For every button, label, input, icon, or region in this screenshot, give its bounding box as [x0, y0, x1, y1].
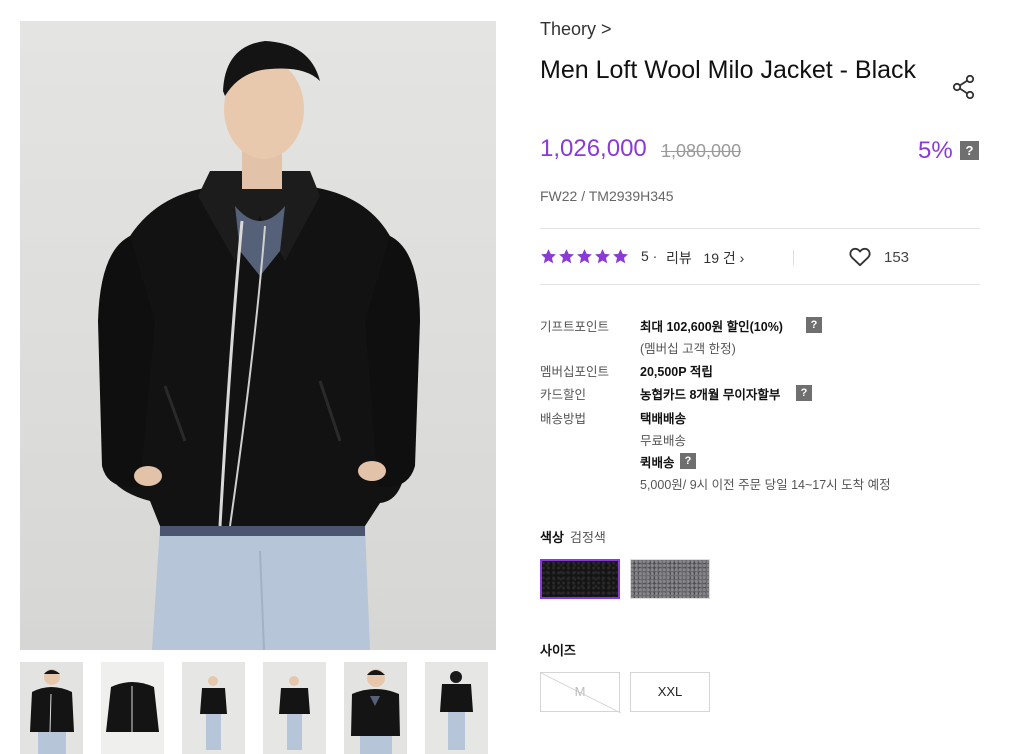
thumbnail-full-body-pose[interactable]	[263, 662, 326, 754]
size-option-label: XXL	[657, 684, 683, 699]
divider	[540, 228, 980, 229]
like-button[interactable]	[849, 247, 871, 267]
color-swatch-black[interactable]	[540, 559, 620, 599]
card-discount-label: 카드할인	[540, 388, 587, 402]
card-discount-value: 농협카드 8개월 무이자할부	[640, 388, 781, 402]
review-count-link[interactable]: 리뷰 19 건 ›	[666, 248, 744, 268]
rating-stars	[540, 248, 630, 265]
quick-delivery-value: 퀵배송	[640, 456, 675, 470]
membership-point-label: 멤버십포인트	[540, 365, 610, 379]
card-discount-help-button[interactable]: ?	[796, 383, 812, 401]
help-icon: ?	[960, 141, 979, 160]
thumbnail-full-body[interactable]	[182, 662, 245, 754]
divider	[793, 250, 794, 265]
product-title: Men Loft Wool Milo Jacket - Black	[540, 56, 917, 84]
product-code: FW22 / TM2939H345	[540, 188, 674, 204]
brand-link[interactable]: Theory >	[540, 19, 612, 40]
star-icon	[541, 249, 556, 264]
star-icon	[577, 249, 592, 264]
shipping-method-value: 택배배송	[640, 412, 687, 426]
shipping-method-label: 배송방법	[540, 412, 587, 426]
membership-point-value: 20,500P 적립	[640, 365, 713, 379]
help-icon: ?	[796, 385, 812, 401]
thumbnail-front[interactable]	[20, 662, 83, 754]
thumbnail-image	[20, 662, 83, 754]
discount-help-button[interactable]: ?	[960, 141, 979, 160]
divider	[540, 284, 980, 285]
thumbnail-strip	[20, 662, 500, 754]
help-icon: ?	[806, 317, 822, 333]
color-swatch-grey[interactable]	[630, 559, 710, 599]
star-icon	[559, 249, 574, 264]
thumbnail-detail[interactable]	[344, 662, 407, 754]
thumbnail-image	[182, 662, 245, 754]
model-wearing-jacket-illustration	[98, 41, 420, 650]
color-label: 색상	[540, 530, 564, 545]
thumbnail-flat-lay[interactable]	[101, 662, 164, 754]
thumbnail-image	[344, 662, 407, 754]
thumbnail-image	[263, 662, 326, 754]
shipping-fee-note: 무료배송	[640, 434, 687, 448]
selected-color-name: 검정색	[570, 530, 606, 545]
rating-score: 5 ·	[641, 248, 658, 264]
heart-icon	[849, 247, 871, 267]
share-button[interactable]	[950, 73, 978, 101]
thumbnail-back[interactable]	[425, 662, 488, 754]
gift-point-help-button[interactable]: ?	[806, 315, 822, 333]
size-option-m-sold-out[interactable]: M	[540, 672, 621, 713]
size-label: 사이즈	[540, 643, 576, 658]
help-icon: ?	[680, 453, 696, 469]
gift-point-value: 최대 102,600원 할인(10%)	[640, 320, 783, 334]
sale-price: 1,026,000	[540, 135, 647, 162]
like-count: 153	[884, 249, 910, 266]
original-price: 1,080,000	[661, 141, 742, 161]
quick-delivery-note: 5,000원/ 9시 이전 주문 당일 14~17시 도착 예정	[640, 478, 891, 492]
thumbnail-image	[425, 662, 488, 754]
share-icon	[952, 74, 975, 100]
quick-delivery-help-button[interactable]: ?	[680, 451, 696, 469]
gift-point-note: (멤버십 고객 한정)	[640, 342, 736, 356]
main-product-image[interactable]	[20, 21, 496, 650]
gift-point-label: 기프트포인트	[540, 320, 610, 334]
thumbnail-image	[101, 662, 164, 754]
star-icon	[595, 249, 610, 264]
size-option-xxl[interactable]: XXL	[630, 672, 710, 712]
discount-rate: 5%	[918, 137, 953, 164]
size-option-label: M	[574, 684, 586, 699]
star-icon	[613, 249, 628, 264]
